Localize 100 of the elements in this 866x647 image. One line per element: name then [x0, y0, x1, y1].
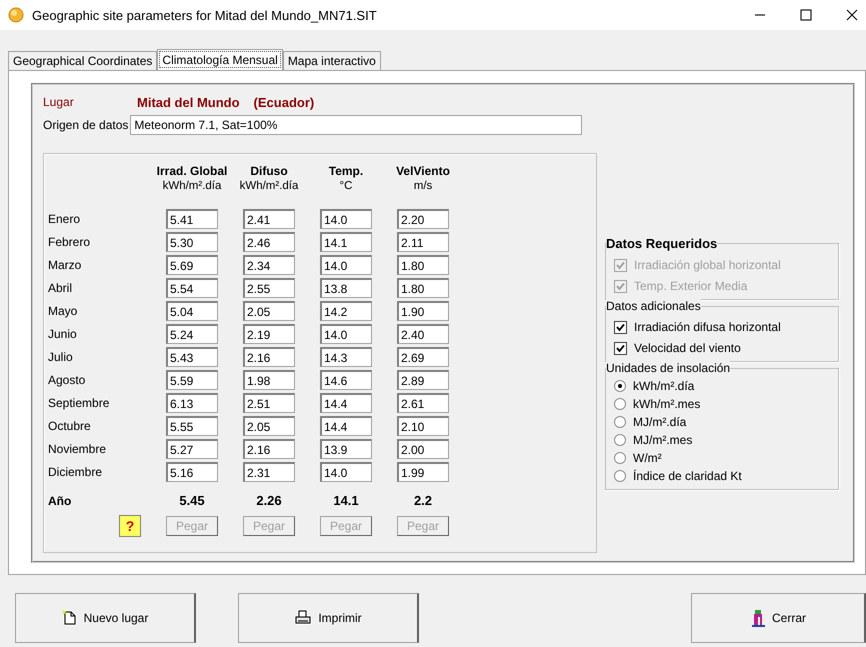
month-label: Mayo — [48, 304, 78, 318]
column-header: Irrad. Global — [156, 164, 228, 178]
value-field[interactable]: 5.54 — [166, 278, 218, 298]
value-field[interactable]: 14.2 — [320, 301, 372, 321]
value-field[interactable]: 14.0 — [320, 462, 372, 482]
value-field[interactable]: 2.41 — [243, 209, 295, 229]
month-label: Agosto — [48, 373, 86, 387]
value-field[interactable]: 5.27 — [166, 439, 218, 459]
month-label: Noviembre — [48, 442, 108, 456]
annual-value: 5.45 — [178, 492, 206, 508]
value-field[interactable]: 2.31 — [243, 462, 295, 482]
radio-label: MJ/m².día — [633, 415, 686, 429]
value-field[interactable]: 2.20 — [397, 209, 449, 229]
value-field[interactable]: 5.04 — [166, 301, 218, 321]
value-field[interactable]: 5.55 — [166, 416, 218, 436]
location-name: Mitad del Mundo — [137, 94, 240, 110]
radio-button[interactable] — [614, 470, 626, 482]
value-field[interactable]: 1.90 — [397, 301, 449, 321]
value-field[interactable]: 13.8 — [320, 278, 372, 298]
month-label: Julio — [48, 350, 74, 364]
value-field[interactable]: 5.43 — [166, 347, 218, 367]
value-field[interactable]: 1.99 — [397, 462, 449, 482]
value-field[interactable]: 5.59 — [166, 370, 218, 390]
month-label: Enero — [48, 212, 82, 226]
value-field[interactable]: 2.19 — [243, 324, 295, 344]
value-field[interactable]: 6.13 — [166, 393, 218, 413]
value-field[interactable]: 14.1 — [320, 232, 372, 252]
column-unit: kWh/m².día — [162, 180, 222, 192]
location-label: Lugar — [43, 95, 75, 109]
group-title: Unidades de insolación — [606, 361, 730, 375]
action-button[interactable]: Imprimir — [238, 593, 419, 643]
value-field[interactable]: 2.55 — [243, 278, 295, 298]
printer-icon — [294, 610, 312, 626]
column-unit: m/s — [414, 180, 432, 192]
radio-label: kWh/m².mes — [633, 397, 700, 411]
value-field[interactable]: 2.10 — [397, 416, 449, 436]
value-field[interactable]: 2.05 — [243, 301, 295, 321]
help-button[interactable]: ? — [119, 515, 141, 537]
checkbox-label: Irradiación global horizontal — [634, 258, 781, 272]
group-title: Datos Requeridos — [606, 236, 718, 251]
action-button[interactable]: Nuevo lugar — [15, 593, 196, 643]
tab[interactable]: Mapa interactivo — [282, 51, 381, 70]
radio-button[interactable] — [614, 434, 626, 446]
radio-button[interactable] — [614, 452, 626, 464]
radio-label: W/m² — [633, 451, 662, 465]
source-label: Origen de datos — [43, 118, 128, 132]
value-field[interactable]: 2.69 — [397, 347, 449, 367]
value-field[interactable]: 2.11 — [397, 232, 449, 252]
maximize-icon[interactable] — [800, 9, 812, 21]
value-field[interactable]: 13.9 — [320, 439, 372, 459]
value-field[interactable]: 5.24 — [166, 324, 218, 344]
value-field[interactable]: 2.00 — [397, 439, 449, 459]
group-title: Datos adicionales — [606, 299, 701, 313]
annual-value: 14.1 — [332, 492, 360, 508]
action-button[interactable]: Cerrar — [691, 593, 866, 643]
window-title: Geographic site parameters for Mitad del Mundo_MN71.SIT — [32, 8, 377, 22]
value-field[interactable]: 14.0 — [320, 209, 372, 229]
value-field[interactable]: 2.05 — [243, 416, 295, 436]
value-field[interactable]: 14.0 — [320, 255, 372, 275]
value-field[interactable]: 2.16 — [243, 347, 295, 367]
value-field[interactable]: 2.61 — [397, 393, 449, 413]
value-field[interactable]: 1.80 — [397, 255, 449, 275]
radio-label: MJ/m².mes — [633, 433, 692, 447]
month-label: Abril — [48, 281, 74, 295]
value-field[interactable]: 14.6 — [320, 370, 372, 390]
value-field[interactable]: 2.16 — [243, 439, 295, 459]
month-label: Diciembre — [48, 465, 104, 479]
value-field[interactable]: 5.30 — [166, 232, 218, 252]
radio-button[interactable] — [614, 398, 626, 410]
month-label: Octubre — [48, 419, 92, 433]
value-field[interactable]: 2.51 — [243, 393, 295, 413]
tab[interactable]: Climatología Mensual — [157, 49, 283, 70]
source-field[interactable]: Meteonorm 7.1, Sat=100% — [130, 115, 582, 135]
value-field[interactable]: 14.4 — [320, 416, 372, 436]
value-field[interactable]: 2.40 — [397, 324, 449, 344]
value-field[interactable]: 5.69 — [166, 255, 218, 275]
door-exit-icon — [750, 609, 766, 627]
value-field[interactable]: 2.46 — [243, 232, 295, 252]
annual-value: 2.26 — [255, 492, 283, 508]
radio-label: Índice de claridad Kt — [633, 469, 742, 483]
app-icon — [8, 7, 24, 23]
value-field[interactable]: 14.0 — [320, 324, 372, 344]
value-field[interactable]: 1.98 — [243, 370, 295, 390]
checkbox-label: Temp. Exterior Media — [634, 279, 748, 293]
value-field[interactable]: 5.41 — [166, 209, 218, 229]
column-header: VelViento — [396, 164, 450, 178]
value-field[interactable]: 2.34 — [243, 255, 295, 275]
radio-button[interactable] — [614, 380, 626, 392]
annual-value: 2.2 — [412, 492, 434, 508]
tab[interactable]: Geographical Coordinates — [8, 51, 158, 70]
value-field[interactable]: 2.89 — [397, 370, 449, 390]
radio-button[interactable] — [614, 416, 626, 428]
checkbox[interactable] — [614, 342, 627, 354]
checkbox[interactable] — [614, 320, 627, 334]
value-field[interactable]: 14.3 — [320, 347, 372, 367]
close-icon[interactable] — [846, 9, 858, 21]
value-field[interactable]: 5.16 — [166, 462, 218, 482]
value-field[interactable]: 1.80 — [397, 278, 449, 298]
value-field[interactable]: 14.4 — [320, 393, 372, 413]
column-header: Temp. — [328, 164, 364, 178]
